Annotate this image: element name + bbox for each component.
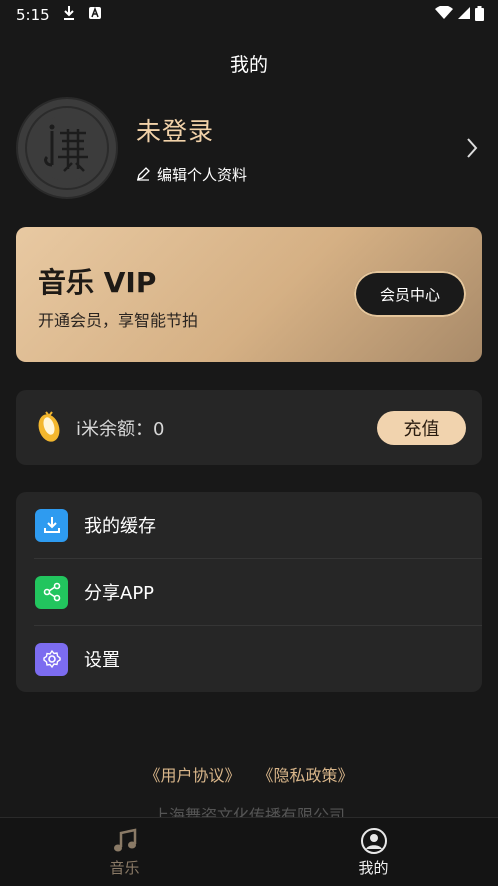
nav-label-mine: 我的: [358, 858, 389, 877]
page-title: 我的: [229, 54, 268, 76]
balance-label: i米余额：0: [76, 418, 165, 440]
vip-subtitle: 开通会员，享智能节拍: [38, 311, 199, 330]
edit-profile-link[interactable]: 编辑个人资料: [136, 164, 462, 185]
footer-links: 《用户协议》 《隐私政策》: [0, 762, 498, 786]
vip-card[interactable]: 音乐 VIP 开通会员，享智能节拍 会员中心: [16, 227, 482, 362]
bottom-nav: 音乐 我的: [0, 817, 498, 886]
vip-title: 音乐 VIP: [38, 266, 157, 299]
recharge-button[interactable]: 充值: [377, 410, 466, 445]
share-icon: [35, 575, 68, 609]
music-note-icon: [113, 827, 136, 851]
member-center-button[interactable]: 会员中心: [354, 271, 466, 317]
coin-icon: [36, 408, 62, 448]
app-notification-icon: [88, 6, 102, 24]
signal-icon: [457, 6, 471, 24]
wifi-icon: [435, 5, 453, 24]
balance-card: i米余额：0 充值: [16, 390, 482, 465]
menu-item-cache[interactable]: 我的缓存: [16, 492, 482, 558]
status-bar: 5:15: [0, 0, 498, 30]
pencil-icon: [137, 167, 150, 181]
menu-label-share: 分享APP: [84, 583, 155, 604]
user-agreement-link[interactable]: 《用户协议》: [144, 766, 240, 785]
menu-label-settings: 设置: [84, 650, 120, 671]
download-icon: [62, 5, 76, 25]
menu-item-share[interactable]: 分享APP: [16, 559, 482, 625]
user-icon: [360, 827, 387, 854]
gear-icon: [35, 642, 68, 676]
download-icon: [35, 508, 68, 542]
nav-tab-mine[interactable]: 我的: [249, 818, 498, 886]
menu-card: 我的缓存 分享APP 设置: [16, 492, 482, 692]
profile-section[interactable]: 未登录 编辑个人资料: [16, 96, 482, 200]
nav-label-music: 音乐: [109, 858, 140, 877]
avatar-logo-icon: [25, 106, 109, 190]
privacy-policy-link[interactable]: 《隐私政策》: [258, 766, 354, 785]
profile-name[interactable]: 未登录: [136, 112, 462, 148]
battery-icon: [475, 5, 484, 25]
menu-item-settings[interactable]: 设置: [16, 626, 482, 692]
chevron-right-icon[interactable]: [462, 137, 482, 159]
status-time: 5:15: [16, 6, 50, 24]
edit-profile-label: 编辑个人资料: [157, 165, 248, 184]
avatar[interactable]: [16, 97, 118, 199]
nav-tab-music[interactable]: 音乐: [0, 818, 249, 886]
menu-label-cache: 我的缓存: [84, 516, 156, 537]
